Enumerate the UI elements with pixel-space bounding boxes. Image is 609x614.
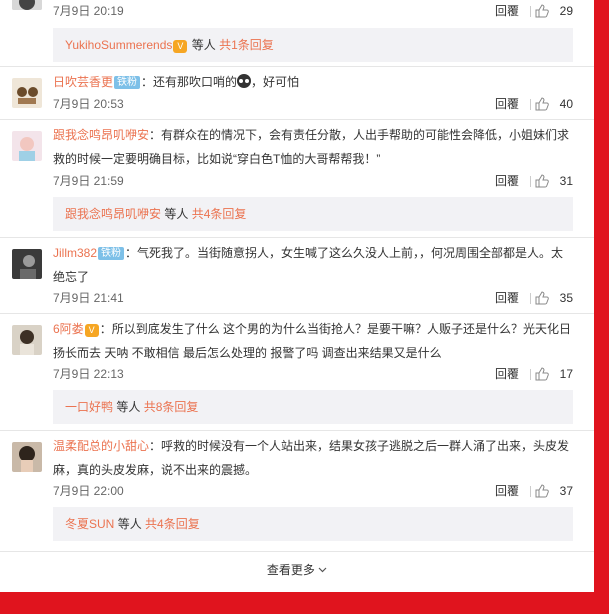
sub-replies-box[interactable]: YukihoSummerends V 等人 共1条回复	[53, 28, 573, 62]
reply-button[interactable]: 回覆	[495, 1, 519, 21]
like-count: 35	[559, 291, 573, 305]
comment-body: ：气死我了。当街随意拐人，女生喊了这么久没人上前，，何况周围全部都是人。太绝忘了	[53, 246, 564, 284]
like-icon[interactable]	[535, 367, 549, 381]
avatar[interactable]	[12, 442, 42, 472]
comment-user[interactable]: Jillm382	[53, 246, 97, 260]
sub-reply-mid: 等人	[191, 38, 216, 52]
sub-reply-user[interactable]: 冬夏SUN	[65, 517, 114, 531]
sub-reply-count[interactable]: 共4条回复	[145, 517, 200, 531]
comment-text: 跟我念鸣昂叽咿安：有群众在的情况下，会有责任分散，人出手帮助的可能性会降低，小姐…	[53, 123, 573, 171]
comment-text: Jillm382 铁粉 ：气死我了。当街随意拐人，女生喊了这么久没人上前，，何况周围…	[53, 241, 573, 289]
sub-replies-box[interactable]: 一口好鸭 等人 共8条回复	[53, 390, 573, 424]
sub-reply-count[interactable]: 共4条回复	[192, 207, 247, 221]
sub-reply-count[interactable]: 共8条回复	[144, 400, 199, 414]
divider	[0, 237, 594, 238]
comment-meta: 7月9日 20:53 回覆 40	[53, 94, 573, 114]
vip-icon: V	[173, 40, 188, 53]
sub-reply-mid: 等人	[116, 400, 141, 414]
comment-time: 7月9日 21:59	[53, 174, 124, 188]
comment-actions: 回覆 31	[493, 171, 573, 191]
comment-actions: 回覆 37	[493, 481, 573, 501]
page-border-bottom	[0, 592, 609, 614]
reply-button[interactable]: 回覆	[495, 481, 519, 501]
like-count: 40	[559, 97, 573, 111]
comment-text: 日吹芸香更 铁粉 ：还有那吹口哨的 ，好可怕	[53, 70, 573, 94]
avatar[interactable]	[12, 131, 42, 161]
vip-icon: V	[84, 324, 99, 337]
comment-time: 7月9日 22:00	[53, 484, 124, 498]
comment-time: 7月9日 20:53	[53, 97, 124, 111]
like-count: 37	[559, 484, 573, 498]
chevron-down-icon	[318, 567, 327, 573]
like-icon[interactable]	[535, 291, 549, 305]
reply-button[interactable]: 回覆	[495, 171, 519, 191]
action-divider	[530, 486, 531, 497]
action-divider	[530, 99, 531, 110]
divider	[0, 119, 594, 120]
comment-actions: 回覆 17	[493, 364, 573, 384]
avatar[interactable]	[12, 325, 42, 355]
comment-actions: 回覆 40	[493, 94, 573, 114]
action-divider	[530, 293, 531, 304]
comment-user[interactable]: 日吹芸香更	[53, 75, 113, 89]
comment-user[interactable]: 6阿娄	[53, 322, 84, 336]
action-divider	[530, 369, 531, 380]
comment-body-end: ，好可怕	[251, 75, 300, 89]
page-border-right	[594, 0, 609, 614]
like-icon[interactable]	[535, 174, 549, 188]
comment-body: ：所以到底发生了什么 这个男的为什么当街抢人？是要干嘛？人贩子还是什么？光天化日…	[53, 322, 572, 360]
like-count: 17	[559, 367, 573, 381]
comment-meta: 7月9日 21:59 回覆 31	[53, 171, 573, 191]
sub-reply-user[interactable]: 一口好鸭	[65, 400, 113, 414]
comment-meta: 7月9日 22:13 回覆 17	[53, 364, 573, 384]
emoji-icon	[237, 74, 252, 88]
divider	[0, 430, 594, 431]
sub-reply-user[interactable]: 跟我念鸣昂叽咿安	[65, 207, 161, 221]
reply-button[interactable]: 回覆	[495, 364, 519, 384]
comment-time: 7月9日 20:19	[53, 4, 124, 18]
divider	[0, 66, 594, 67]
action-divider	[530, 176, 531, 187]
like-icon[interactable]	[535, 484, 549, 498]
comment-body: ：还有那吹口哨的	[141, 75, 238, 89]
sub-reply-mid: 等人	[164, 207, 189, 221]
comment-meta: 7月9日 22:00 回覆 37	[53, 481, 573, 501]
like-count: 31	[559, 174, 573, 188]
fan-badge: 铁粉	[114, 76, 141, 89]
comment-user[interactable]: 跟我念鸣昂叽咿安	[53, 128, 149, 142]
divider	[0, 313, 594, 314]
comment-time: 7月9日 21:41	[53, 291, 124, 305]
sub-reply-count[interactable]: 共1条回复	[219, 38, 274, 52]
reply-button[interactable]: 回覆	[495, 288, 519, 308]
comment-meta: 7月9日 21:41 回覆 35	[53, 288, 573, 308]
comment-actions: 回覆 35	[493, 288, 573, 308]
sub-replies-box[interactable]: 跟我念鸣昂叽咿安 等人 共4条回复	[53, 197, 573, 231]
sub-replies-box[interactable]: 冬夏SUN 等人 共4条回复	[53, 507, 573, 541]
sub-reply-user[interactable]: YukihoSummerends	[65, 38, 172, 52]
avatar[interactable]	[12, 0, 42, 10]
action-divider	[530, 6, 531, 17]
comment-user[interactable]: 温柔配总的小甜心	[53, 439, 149, 453]
avatar[interactable]	[12, 249, 42, 279]
like-icon[interactable]	[535, 4, 549, 18]
comment-text: 温柔配总的小甜心：呼救的时候没有一个人站出来，结果女孩子逃脱之后一群人涌了出来，…	[53, 434, 573, 482]
like-icon[interactable]	[535, 97, 549, 111]
view-more-button[interactable]: 查看更多	[0, 552, 594, 588]
comment-meta: 7月9日 20:19 回覆 29	[53, 1, 573, 21]
reply-button[interactable]: 回覆	[495, 94, 519, 114]
comment-actions: 回覆 29	[493, 1, 573, 21]
comment-time: 7月9日 22:13	[53, 367, 124, 381]
comment-text: 6阿娄 V ：所以到底发生了什么 这个男的为什么当街抢人？是要干嘛？人贩子还是什么？…	[53, 317, 573, 365]
sub-reply-mid: 等人	[117, 517, 142, 531]
comment-panel: 7月9日 20:19 回覆 29 YukihoSummerends V 等人 共1…	[0, 0, 594, 592]
view-more-label: 查看更多	[266, 563, 315, 577]
avatar[interactable]	[12, 78, 42, 108]
like-count: 29	[559, 4, 573, 18]
fan-badge: 铁粉	[98, 247, 125, 260]
